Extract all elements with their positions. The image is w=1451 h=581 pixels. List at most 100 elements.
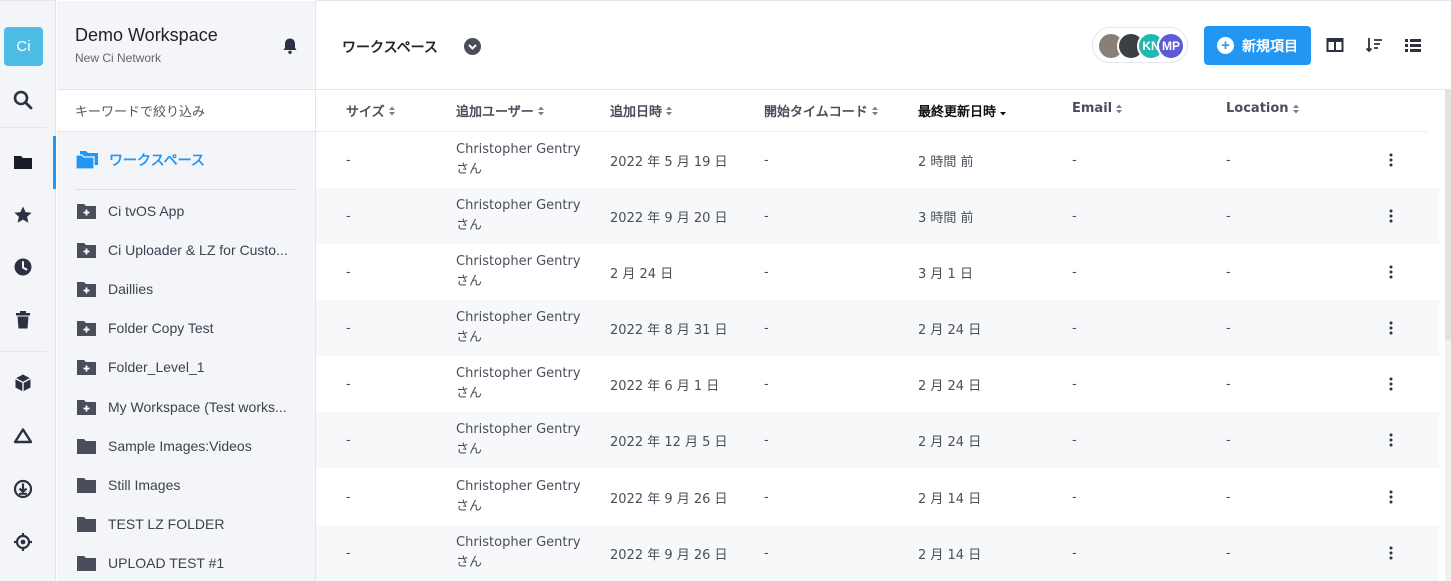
table-row[interactable]: - Christopher Gentry さん 2022 年 8 月 31 日 … [316, 300, 1439, 356]
filter-input[interactable]: キーワードで絞り込み [57, 89, 315, 132]
breadcrumb[interactable]: ワークスペース [342, 37, 438, 57]
table-row[interactable]: - Christopher Gentry さん 2 月 24 日 - 3 月 1… [316, 244, 1439, 300]
cell-location: - [1226, 489, 1231, 505]
sidebar-folder-item[interactable]: Sample Images:Videos [77, 438, 252, 454]
sidebar-folder-item[interactable]: My Workspace (Test works... [77, 399, 287, 415]
sidebar-folder-item[interactable]: Still Images [77, 477, 180, 493]
column-header-updated-date[interactable]: 最終更新日時 [918, 101, 1007, 120]
folder-plus-icon [77, 400, 96, 415]
cell-updated: 2 月 14 日 [918, 491, 982, 507]
cell-updated: 3 時間 前 [918, 210, 974, 226]
more-options-icon[interactable] [1387, 544, 1395, 562]
cell-added: 2022 年 9 月 26 日 [610, 491, 728, 507]
cell-size: - [346, 432, 351, 448]
target-icon[interactable] [9, 528, 37, 556]
cell-location: - [1226, 432, 1231, 448]
sort-toggle-icon [1116, 104, 1123, 113]
table-row[interactable]: - Christopher Gentry さん 2022 年 5 月 19 日 … [316, 132, 1439, 188]
trash-icon[interactable] [9, 306, 37, 334]
column-header-start-timecode[interactable]: 開始タイムコード [764, 101, 879, 120]
cell-updated: 2 月 24 日 [918, 322, 982, 338]
cell-user: Christopher Gentry さん [456, 366, 581, 401]
active-indicator [53, 136, 56, 189]
column-header-label: 追加日時 [610, 105, 663, 120]
table-row[interactable]: - Christopher Gentry さん 2022 年 9 月 26 日 … [316, 469, 1439, 525]
sidebar-folder-item[interactable]: Daillies [77, 281, 153, 297]
workspace-name[interactable]: Demo Workspace [75, 25, 218, 46]
more-options-icon[interactable] [1387, 431, 1395, 449]
scrollbar-thumb[interactable] [1445, 90, 1451, 340]
cell-size: - [346, 152, 351, 168]
more-options-icon[interactable] [1387, 319, 1395, 337]
cell-location: - [1226, 264, 1231, 280]
table-row[interactable]: - Christopher Gentry さん 2022 年 12 月 5 日 … [316, 412, 1439, 468]
more-options-icon[interactable] [1387, 151, 1395, 169]
cell-timecode: - [764, 489, 769, 505]
sort-icon[interactable] [1365, 36, 1383, 54]
cell-user: Christopher Gentry さん [456, 254, 581, 289]
app-logo[interactable]: Ci [4, 27, 43, 66]
star-icon[interactable] [9, 201, 37, 229]
chevron-down-icon[interactable] [464, 38, 481, 55]
search-icon[interactable] [9, 86, 37, 114]
column-header-location[interactable]: Location [1226, 101, 1300, 116]
cell-email: - [1072, 264, 1077, 280]
cell-email: - [1072, 208, 1077, 224]
more-options-icon[interactable] [1387, 263, 1395, 281]
bell-icon[interactable] [281, 37, 299, 55]
cell-updated: 2 時間 前 [918, 154, 974, 170]
cell-updated: 2 月 24 日 [918, 378, 982, 394]
table-row[interactable]: - Christopher Gentry さん 2022 年 9 月 20 日 … [316, 188, 1439, 244]
column-header-added-date[interactable]: 追加日時 [610, 101, 673, 120]
sort-toggle-icon [537, 106, 544, 115]
cell-location: - [1226, 320, 1231, 336]
sidebar-folder-item[interactable]: Folder Copy Test [77, 320, 214, 336]
cell-updated: 3 月 1 日 [918, 266, 973, 282]
cell-timecode: - [764, 432, 769, 448]
sidebar-folder-item[interactable]: TEST LZ FOLDER [77, 516, 224, 532]
scrollbar[interactable] [1445, 90, 1451, 581]
cell-email: - [1072, 320, 1077, 336]
sidebar-item-workspace[interactable]: ワークスペース [75, 149, 205, 171]
sort-desc-icon [1000, 111, 1007, 115]
folder-icon [77, 556, 96, 571]
new-item-button[interactable]: + 新規項目 [1204, 26, 1311, 65]
column-header-added-user[interactable]: 追加ユーザー [456, 101, 545, 120]
cell-timecode: - [764, 264, 769, 280]
cell-size: - [346, 264, 351, 280]
folder-label: Ci Uploader & LZ for Custo... [108, 242, 288, 258]
cell-timecode: - [764, 208, 769, 224]
cell-timecode: - [764, 152, 769, 168]
cell-timecode: - [764, 545, 769, 561]
network-name: New Ci Network [75, 51, 162, 65]
sidebar-folder-item[interactable]: Ci tvOS App [77, 203, 184, 219]
list-view-icon[interactable] [1404, 36, 1422, 54]
column-header-email[interactable]: Email [1072, 101, 1123, 116]
triangle-icon[interactable] [9, 422, 37, 450]
sidebar-folder-item[interactable]: Folder_Level_1 [77, 359, 205, 375]
more-options-icon[interactable] [1387, 488, 1395, 506]
avatar[interactable]: MP [1157, 32, 1185, 60]
cube-icon[interactable] [9, 369, 37, 397]
column-header-label: サイズ [346, 105, 385, 120]
cell-added: 2022 年 9 月 26 日 [610, 547, 728, 563]
folder-plus-icon [77, 243, 96, 258]
cell-email: - [1072, 545, 1077, 561]
sort-toggle-icon [1292, 104, 1299, 113]
column-header-size[interactable]: サイズ [346, 101, 396, 120]
folder-label: Ci tvOS App [108, 203, 185, 219]
more-options-icon[interactable] [1387, 207, 1395, 225]
sidebar-folder-item[interactable]: UPLOAD TEST #1 [77, 555, 224, 571]
download-icon[interactable] [9, 475, 37, 503]
sidebar-folder-item[interactable]: Ci Uploader & LZ for Custo... [77, 242, 288, 258]
columns-icon[interactable] [1326, 36, 1344, 54]
more-options-icon[interactable] [1387, 375, 1395, 393]
sidebar-item-label: ワークスペース [109, 153, 205, 169]
member-avatars[interactable]: KN MP [1092, 27, 1188, 63]
folder-icon[interactable] [9, 148, 37, 176]
sort-toggle-icon [388, 106, 395, 115]
table-row[interactable]: - Christopher Gentry さん 2022 年 9 月 26 日 … [316, 525, 1439, 581]
clock-icon[interactable] [9, 253, 37, 281]
cell-user: Christopher Gentry さん [456, 198, 581, 233]
table-row[interactable]: - Christopher Gentry さん 2022 年 6 月 1 日 -… [316, 356, 1439, 412]
